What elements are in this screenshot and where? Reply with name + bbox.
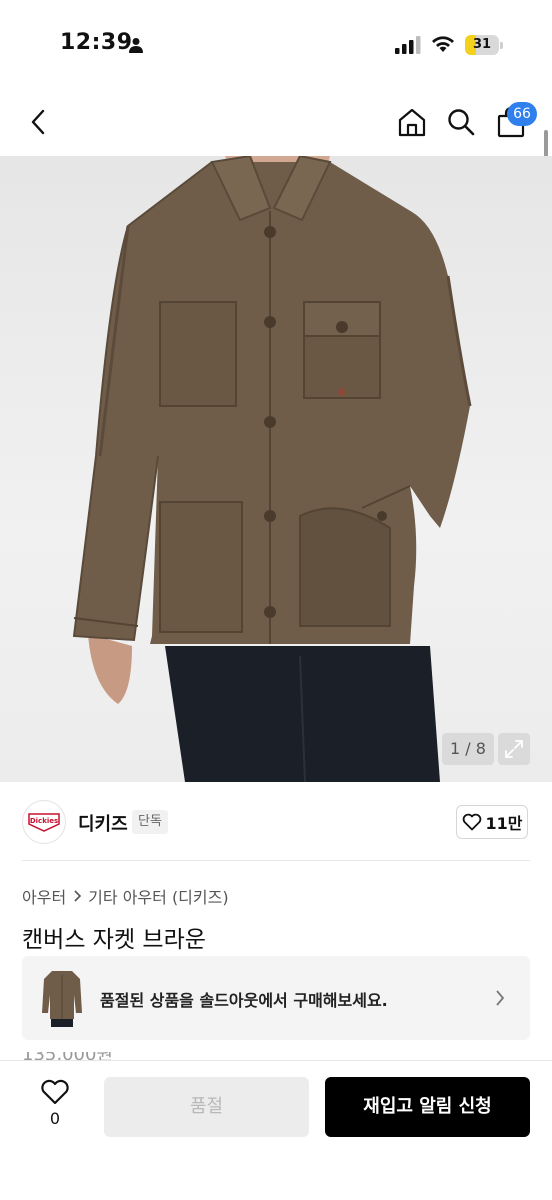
wishlist-count: 0 xyxy=(49,1109,61,1128)
expand-icon xyxy=(505,740,523,758)
breadcrumb-item[interactable]: 기타 아우터 (디키즈) xyxy=(88,884,228,908)
product-title: 캔버스 자켓 브라운 xyxy=(22,927,206,953)
dickies-logo: Dickies xyxy=(28,813,60,832)
brand-name[interactable]: 디키즈 xyxy=(78,810,128,836)
search-icon xyxy=(448,109,475,136)
soldout-button[interactable]: 품절 xyxy=(104,1077,309,1137)
cart-badge: 66 xyxy=(507,102,537,126)
price-peek: 135,000원 xyxy=(22,1052,122,1060)
home-button[interactable] xyxy=(394,104,430,140)
product-image[interactable] xyxy=(0,156,552,782)
bottom-action-bar: 0 품절 재입고 알림 신청 xyxy=(0,1060,552,1200)
soldout-banner-text: 품절된 상품을 솔드아웃에서 구매해보세요. xyxy=(100,991,388,1010)
expand-image-button[interactable] xyxy=(498,733,530,765)
svg-text:Dickies: Dickies xyxy=(30,817,58,825)
person-icon xyxy=(129,38,143,53)
back-icon xyxy=(31,109,45,135)
chevron-right-icon xyxy=(496,990,505,1006)
brand-like-button[interactable]: 11만 xyxy=(456,805,528,839)
battery-indicator: 31 xyxy=(465,35,503,55)
battery-level: 31 xyxy=(472,37,492,52)
brand-like-count: 11만 xyxy=(485,814,523,833)
wifi-icon xyxy=(432,36,454,52)
brand-logo[interactable]: Dickies xyxy=(22,800,66,844)
heart-icon xyxy=(41,1079,69,1105)
signal-icon xyxy=(395,36,421,54)
breadcrumb-item[interactable]: 아우터 xyxy=(22,884,66,908)
jacket-photo xyxy=(72,156,472,782)
restock-alert-button[interactable]: 재입고 알림 신청 xyxy=(325,1077,530,1137)
status-time: 12:39 xyxy=(60,30,133,55)
exclusive-tag: 단독 xyxy=(132,810,168,834)
brand-row: Dickies 디키즈 단독 11만 xyxy=(0,782,552,862)
status-bar: 12:39 31 xyxy=(0,0,552,90)
back-button[interactable] xyxy=(20,104,56,140)
divider xyxy=(22,860,530,861)
soldout-banner[interactable]: 품절된 상품을 솔드아웃에서 구매해보세요. xyxy=(22,956,530,1040)
heart-icon xyxy=(462,813,481,831)
price-text: 135,000원 xyxy=(22,1052,113,1060)
breadcrumb: 아우터 기타 아우터 (디키즈) xyxy=(22,884,229,908)
image-page-indicator: 1 / 8 xyxy=(442,733,494,765)
banner-product-thumbnail xyxy=(42,971,82,1027)
chevron-right-icon xyxy=(74,890,82,902)
nav-header xyxy=(0,90,552,156)
search-button[interactable] xyxy=(443,104,479,140)
wishlist-button[interactable]: 0 xyxy=(30,1079,80,1139)
home-icon xyxy=(398,108,426,137)
